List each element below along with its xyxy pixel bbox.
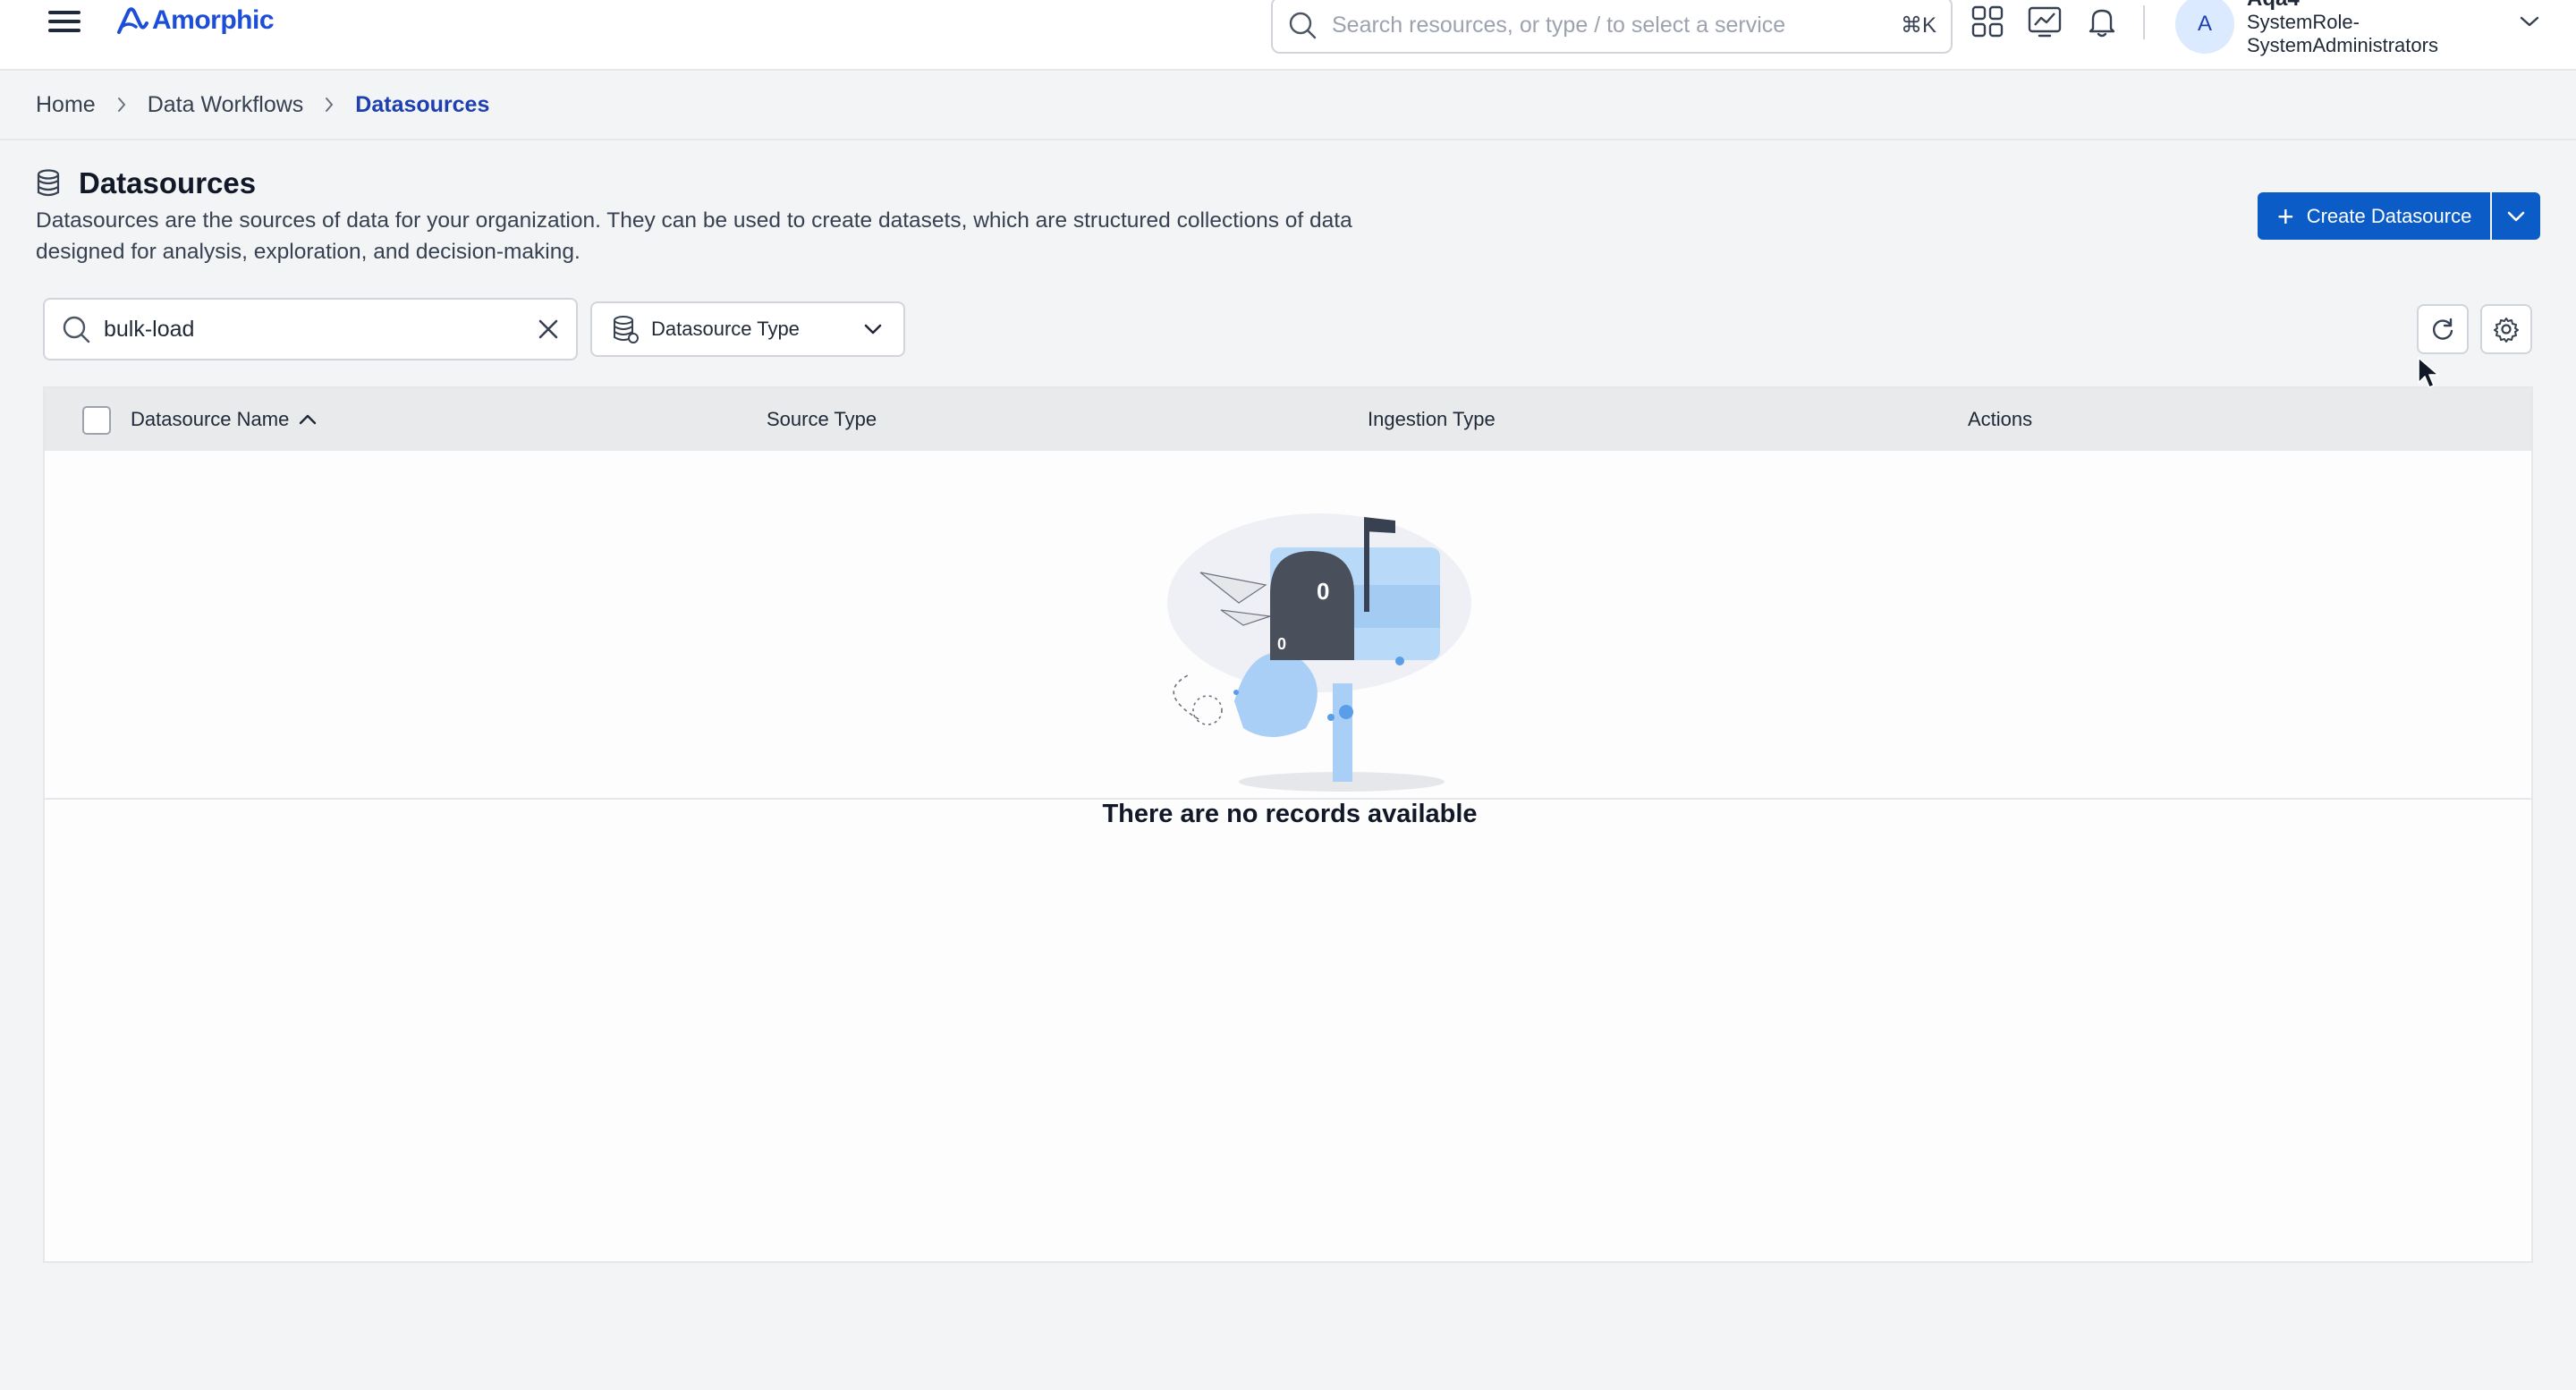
datasource-icon <box>37 169 60 197</box>
datasources-table: Datasource Name Source Type Ingestion Ty… <box>43 386 2533 1263</box>
empty-state-message: There are no records available <box>1102 800 1478 828</box>
breadcrumb-datasources[interactable]: Datasources <box>355 92 489 118</box>
mailbox-count-small: 0 <box>1277 635 1286 653</box>
table-settings-button[interactable] <box>2480 304 2532 354</box>
clear-search-icon[interactable] <box>537 318 560 341</box>
table-header: Datasource Name Source Type Ingestion Ty… <box>45 388 2531 451</box>
notifications-bell-icon[interactable] <box>2084 4 2120 39</box>
user-avatar[interactable]: A <box>2175 0 2234 54</box>
datasource-search-input[interactable] <box>104 316 537 343</box>
user-role-line1: SystemRole- <box>2247 11 2360 33</box>
datasource-type-filter[interactable]: Datasource Type <box>590 301 905 357</box>
plus-icon: + <box>2277 199 2294 233</box>
create-datasource-button[interactable]: + Create Datasource <box>2258 192 2490 240</box>
mouse-cursor-icon <box>2418 357 2439 388</box>
create-datasource-label: Create Datasource <box>2306 204 2472 227</box>
mailbox-count-large: 0 <box>1317 578 1329 605</box>
refresh-icon <box>2432 318 2453 340</box>
global-search-input[interactable] <box>1332 12 1901 38</box>
datasource-search-box[interactable] <box>43 298 578 360</box>
breadcrumb-home[interactable]: Home <box>36 92 96 118</box>
user-role-line2: SystemAdministrators <box>2247 34 2438 56</box>
apps-grid-icon[interactable] <box>1970 4 2005 39</box>
column-header-ingestion-type[interactable]: Ingestion Type <box>1368 408 1496 431</box>
refresh-button[interactable] <box>2417 304 2469 354</box>
datasource-type-label: Datasource Type <box>651 318 800 340</box>
menu-hamburger-icon[interactable] <box>47 7 82 39</box>
column-header-datasource-name[interactable]: Datasource Name <box>131 408 318 431</box>
empty-mailbox-illustration: 0 0 <box>1167 513 1471 792</box>
datasource-type-icon <box>614 316 639 343</box>
page-description: Datasources are the sources of data for … <box>36 208 1352 264</box>
chevron-down-icon[interactable] <box>2518 13 2541 30</box>
topbar-divider <box>2143 5 2145 39</box>
gear-icon <box>2494 318 2519 343</box>
page-title: Datasources <box>79 166 257 199</box>
create-datasource-dropdown-button[interactable] <box>2492 192 2540 240</box>
page-header: Datasources <box>36 166 256 200</box>
breadcrumb-data-workflows[interactable]: Data Workflows <box>148 92 304 118</box>
chevron-right-icon <box>117 97 126 112</box>
empty-state: 0 0 <box>45 451 2531 800</box>
search-shortcut-hint: ⌘K <box>1900 13 1936 38</box>
search-icon <box>63 316 90 343</box>
column-header-actions: Actions <box>1968 408 2033 430</box>
top-navigation-bar: Amorphic ⌘K A Aqa4 SystemRole- SystemAdm… <box>0 0 2576 71</box>
sort-ascending-icon <box>300 414 317 425</box>
chevron-down-icon <box>2507 211 2525 221</box>
global-search-box[interactable]: ⌘K <box>1271 0 1953 54</box>
chevron-right-icon <box>326 97 334 112</box>
user-name: Aqa4 <box>2247 0 2438 11</box>
column-header-source-type[interactable]: Source Type <box>767 408 877 431</box>
amorphic-logo[interactable]: Amorphic <box>116 0 275 41</box>
breadcrumb: Home Data Workflows Datasources <box>0 71 2576 140</box>
brand-name: Amorphic <box>152 5 275 35</box>
amorphic-logo-mark-icon <box>117 7 148 34</box>
user-info[interactable]: Aqa4 SystemRole- SystemAdministrators <box>2247 0 2438 57</box>
search-icon <box>1289 12 1317 39</box>
chevron-down-icon <box>864 324 882 335</box>
column-header-label: Datasource Name <box>131 408 290 430</box>
select-all-checkbox[interactable] <box>82 406 111 435</box>
analytics-icon[interactable] <box>2027 4 2063 39</box>
